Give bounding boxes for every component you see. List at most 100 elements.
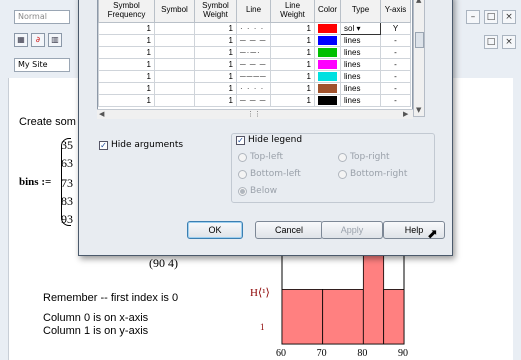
cell-type[interactable]: lines [340,94,381,107]
cell-freq[interactable]: 1 [98,94,155,107]
table-icon[interactable]: ▥ [48,33,62,47]
cell-line[interactable]: ─ ─ ─ [236,94,271,107]
cell-yaxis[interactable]: - [380,82,411,95]
cell-color[interactable] [314,58,341,71]
cell-yaxis[interactable]: - [380,70,411,83]
cell-sweight[interactable]: 1 [194,70,237,83]
cell-lweight[interactable]: 1 [270,82,315,95]
dropdown-arrow-icon[interactable]: ▾ [354,24,360,33]
grid-hscrollbar[interactable]: ◀ ⋮⋮ ▶ [97,109,413,119]
scroll-right-icon[interactable]: ▶ [403,110,408,118]
cell-sweight[interactable]: 1 [194,82,237,95]
color-swatch[interactable] [318,84,337,93]
cell-freq[interactable]: 1 [98,70,155,83]
cell-type[interactable]: lines [340,34,381,47]
trace-row[interactable]: 1 1 ─·─· 1 lines - [98,46,411,59]
cell-yaxis[interactable]: - [380,94,411,107]
minimize-icon[interactable]: – [466,10,480,24]
trace-row[interactable]: 1 1 ─ ─ ─ 1 lines - [98,58,411,71]
cell-color[interactable] [314,70,341,83]
doc-close-icon[interactable]: × [502,35,516,49]
cell-lweight[interactable]: 1 [270,70,315,83]
scroll-up-icon[interactable]: ▲ [416,0,421,4]
style-combo[interactable]: Normal [14,10,70,24]
cell-color[interactable] [314,22,341,35]
color-swatch[interactable] [318,24,337,33]
scroll-thumb[interactable] [415,32,424,48]
cell-lweight[interactable]: 1 [270,46,315,59]
cell-type[interactable]: lines [340,70,381,83]
cell-color[interactable] [314,46,341,59]
cell-freq[interactable]: 1 [98,58,155,71]
cell-symbol[interactable] [154,58,195,71]
checkmark-icon[interactable]: ✓ [99,140,108,150]
cell-color[interactable] [314,82,341,95]
cell-lweight[interactable]: 1 [270,22,315,35]
radio-top-right[interactable]: Top-right [338,152,390,162]
scroll-down-icon[interactable]: ▼ [416,106,421,114]
trace-grid[interactable]: Symbol Frequency Symbol Symbol Weight Line L… [97,0,413,117]
cell-lweight[interactable]: 1 [270,34,315,47]
cell-type[interactable]: lines [340,82,381,95]
color-swatch[interactable] [318,72,337,81]
cell-type[interactable]: lines [340,58,381,71]
color-swatch[interactable] [318,36,337,45]
cell-yaxis[interactable]: Y [380,22,411,35]
cell-symbol[interactable] [154,82,195,95]
cell-color[interactable] [314,94,341,107]
cell-sweight[interactable]: 1 [194,22,237,35]
cell-sweight[interactable]: 1 [194,46,237,59]
ok-button[interactable]: OK [187,221,243,239]
cell-line[interactable]: · · · · [236,22,271,35]
cell-line[interactable]: ─ ─ ─ [236,58,271,71]
cell-color[interactable] [314,34,341,47]
cell-line[interactable]: · · · · [236,82,271,95]
cell-symbol[interactable] [154,94,195,107]
cell-type[interactable]: sol ▾ [340,22,381,35]
cell-line[interactable]: ─·─· [236,46,271,59]
cell-freq[interactable]: 1 [98,34,155,47]
color-swatch[interactable] [318,60,337,69]
cell-symbol[interactable] [154,70,195,83]
cell-freq[interactable]: 1 [98,82,155,95]
trace-row[interactable]: 1 1 ─ ─ ─ 1 lines - [98,34,411,47]
cancel-button[interactable]: Cancel [255,221,323,239]
color-swatch[interactable] [318,48,337,57]
radio-top-left[interactable]: Top-left [238,152,283,162]
trace-row[interactable]: 1 1 · · · · 1 sol ▾ Y [98,22,411,35]
cell-sweight[interactable]: 1 [194,34,237,47]
apply-button[interactable]: Apply [321,221,383,239]
radio-bottom-left[interactable]: Bottom-left [238,169,301,179]
cell-freq[interactable]: 1 [98,22,155,35]
trace-row[interactable]: 1 1 · · · · 1 lines - [98,82,411,95]
cell-symbol[interactable] [154,46,195,59]
radio-below[interactable]: Below [238,186,277,196]
trace-row[interactable]: 1 1 ──── 1 lines - [98,70,411,83]
cell-line[interactable]: ──── [236,70,271,83]
cell-yaxis[interactable]: - [380,46,411,59]
close-icon[interactable]: × [502,10,516,24]
cell-symbol[interactable] [154,22,195,35]
color-swatch[interactable] [318,96,337,105]
trace-row[interactable]: 1 1 ─ ─ ─ 1 lines - [98,94,411,107]
cell-symbol[interactable] [154,34,195,47]
cell-lweight[interactable]: 1 [270,94,315,107]
cell-type[interactable]: lines [340,46,381,59]
hide-legend-checkbox[interactable]: ✓ Hide legend [236,135,302,145]
scroll-grip-icon[interactable]: ⋮⋮ [247,110,261,118]
formula-icon[interactable]: ∂ [31,33,45,47]
scroll-left-icon[interactable]: ◀ [99,110,104,118]
cell-sweight[interactable]: 1 [194,94,237,107]
site-combo[interactable]: My Site [14,58,70,72]
cell-freq[interactable]: 1 [98,46,155,59]
cell-sweight[interactable]: 1 [194,58,237,71]
checkmark-icon[interactable]: ✓ [236,135,245,145]
grid-icon[interactable]: ▦ [14,33,28,47]
cell-lweight[interactable]: 1 [270,58,315,71]
restore-icon[interactable]: □ [484,10,498,24]
grid-vscrollbar[interactable]: ▲ ▼ [413,0,425,117]
cell-yaxis[interactable]: - [380,34,411,47]
cell-yaxis[interactable]: - [380,58,411,71]
cell-line[interactable]: ─ ─ ─ [236,34,271,47]
hide-arguments-checkbox[interactable]: ✓ Hide arguments [99,140,183,150]
